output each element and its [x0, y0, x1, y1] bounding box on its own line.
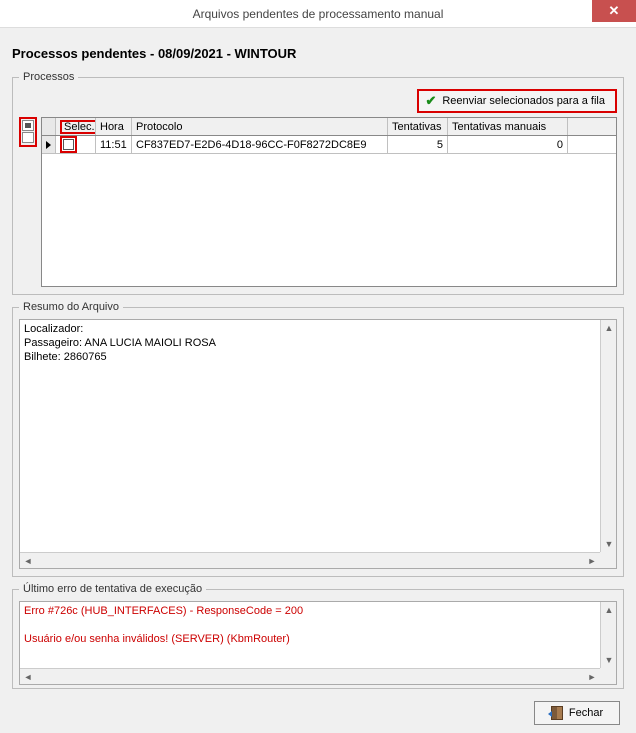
erro-legend: Último erro de tentativa de execução: [19, 583, 206, 595]
scroll-up-icon[interactable]: ▲: [601, 602, 617, 618]
row-selec-cell[interactable]: [56, 136, 96, 153]
row-tentativas-manuais: 0: [448, 136, 568, 153]
triangle-right-icon: [46, 141, 51, 149]
row-tentativas: 5: [388, 136, 448, 153]
table-row[interactable]: 11:51 CF837ED7-E2D6-4D18-96CC-F0F8272DC8…: [42, 136, 616, 154]
grid-header-selec-label: Selec.: [60, 120, 96, 134]
grid-header-selec[interactable]: Selec.: [56, 118, 96, 135]
grid-header-tentativas-manuais[interactable]: Tentativas manuais: [448, 118, 568, 135]
erro-spacer: [24, 618, 612, 632]
row-current-indicator: [42, 136, 56, 153]
erro-horizontal-scrollbar[interactable]: ◄ ►: [20, 668, 600, 684]
resumo-line1: Localizador:: [24, 322, 612, 336]
close-icon: ✕: [609, 3, 620, 19]
scroll-up-icon[interactable]: ▲: [601, 320, 617, 336]
resumo-horizontal-scrollbar[interactable]: ◄ ►: [20, 552, 600, 568]
resumo-group: Resumo do Arquivo Localizador: Passageir…: [12, 301, 624, 577]
resumo-textpane[interactable]: Localizador: Passageiro: ANA LUCIA MAIOL…: [19, 319, 617, 569]
erro-line2: Usuário e/ou senha inválidos! (SERVER) (…: [24, 632, 612, 646]
check-icon: ✔: [425, 93, 436, 109]
row-protocolo: CF837ED7-E2D6-4D18-96CC-F0F8272DC8E9: [132, 136, 388, 153]
close-button[interactable]: ✕: [592, 0, 636, 22]
row-selec-outline: [60, 136, 77, 153]
erro-group: Último erro de tentativa de execução Err…: [12, 583, 624, 689]
grid-header: Selec. Hora Protocolo Tentativas Tentati…: [42, 118, 616, 136]
window-title: Arquivos pendentes de processamento manu…: [0, 7, 636, 21]
resumo-line3: Bilhete: 2860765: [24, 350, 612, 364]
door-exit-icon: [551, 706, 563, 720]
scroll-left-icon[interactable]: ◄: [20, 669, 36, 685]
row-selec-checkbox[interactable]: [63, 139, 74, 150]
erro-textpane[interactable]: Erro #726c (HUB_INTERFACES) - ResponseCo…: [19, 601, 617, 685]
fechar-button[interactable]: Fechar: [534, 701, 620, 725]
resumo-text: Localizador: Passageiro: ANA LUCIA MAIOL…: [20, 320, 616, 552]
scroll-right-icon[interactable]: ►: [584, 553, 600, 569]
titlebar: Arquivos pendentes de processamento manu…: [0, 0, 636, 28]
resend-selected-label: Reenviar selecionados para a fila: [442, 95, 605, 107]
page-heading: Processos pendentes - 08/09/2021 - WINTO…: [12, 46, 624, 61]
resumo-vertical-scrollbar[interactable]: ▲ ▼: [600, 320, 616, 552]
erro-text: Erro #726c (HUB_INTERFACES) - ResponseCo…: [20, 602, 616, 668]
grid-header-marker: [42, 118, 56, 135]
row-hora: 11:51: [96, 136, 132, 153]
scrollbar-corner: [600, 552, 616, 568]
scroll-down-icon[interactable]: ▼: [601, 652, 617, 668]
scroll-right-icon[interactable]: ►: [584, 669, 600, 685]
processos-legend: Processos: [19, 71, 78, 83]
deselect-all-button[interactable]: [22, 132, 34, 143]
processos-grid[interactable]: Selec. Hora Protocolo Tentativas Tentati…: [41, 117, 617, 287]
resumo-line2: Passageiro: ANA LUCIA MAIOLI ROSA: [24, 336, 612, 350]
resumo-legend: Resumo do Arquivo: [19, 301, 123, 313]
scrollbar-corner: [600, 668, 616, 684]
grid-header-hora[interactable]: Hora: [96, 118, 132, 135]
processos-group: Processos ✔ Reenviar selecionados para a…: [12, 71, 624, 295]
grid-header-tentativas[interactable]: Tentativas: [388, 118, 448, 135]
erro-vertical-scrollbar[interactable]: ▲ ▼: [600, 602, 616, 668]
erro-line1: Erro #726c (HUB_INTERFACES) - ResponseCo…: [24, 604, 612, 618]
select-toggle-group: [19, 117, 37, 147]
grid-header-protocolo[interactable]: Protocolo: [132, 118, 388, 135]
scroll-down-icon[interactable]: ▼: [601, 536, 617, 552]
scroll-left-icon[interactable]: ◄: [20, 553, 36, 569]
resend-selected-button[interactable]: ✔ Reenviar selecionados para a fila: [417, 89, 617, 113]
fechar-label: Fechar: [569, 707, 603, 719]
select-all-button[interactable]: [22, 120, 34, 131]
